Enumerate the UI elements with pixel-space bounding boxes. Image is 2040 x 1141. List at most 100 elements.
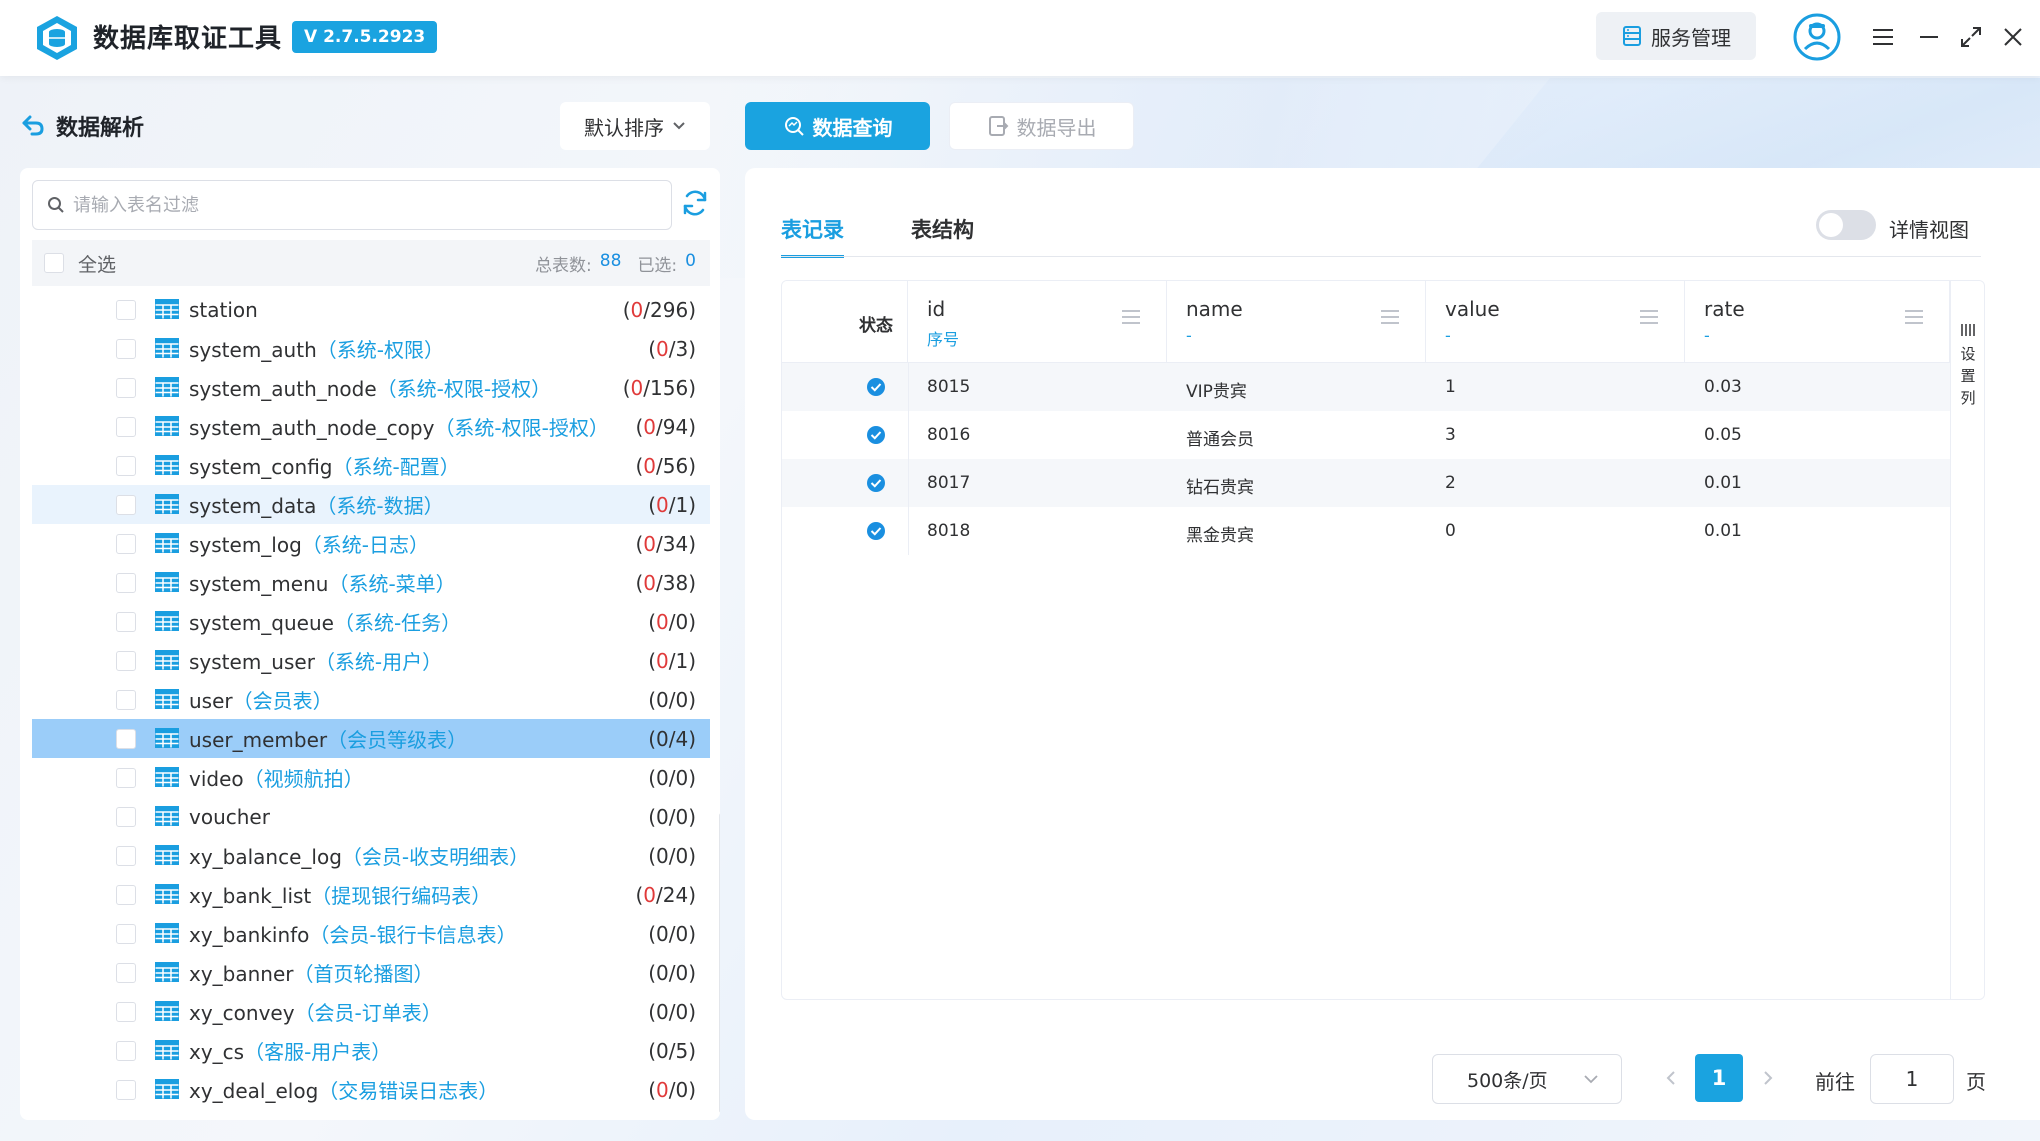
table-checkbox[interactable] xyxy=(116,377,136,398)
table-checkbox[interactable] xyxy=(116,806,136,827)
header-value[interactable]: value - xyxy=(1426,281,1685,362)
sort-dropdown[interactable]: 默认排序 xyxy=(560,102,710,150)
row-status-check-icon[interactable] xyxy=(866,425,886,445)
table-list-item[interactable]: xy_balance_log（会员-收支明细表） (0/0) xyxy=(32,836,710,875)
detail-view-toggle[interactable] xyxy=(1816,210,1876,240)
table-list-item[interactable]: video（视频航拍） (0/0) xyxy=(32,758,710,797)
header-id-label: id xyxy=(927,297,946,321)
tab-structure[interactable]: 表结构 xyxy=(911,214,974,244)
minimize-icon[interactable] xyxy=(1912,20,1946,54)
data-export-button[interactable]: 数据导出 xyxy=(949,102,1134,150)
table-checkbox[interactable] xyxy=(116,845,136,866)
table-list-item[interactable]: xy_convey（会员-订单表） (0/0) xyxy=(32,992,710,1031)
table-list-item[interactable]: system_user（系统-用户） (0/1) xyxy=(32,641,710,680)
table-list-item[interactable]: system_config（系统-配置） (0/56) xyxy=(32,446,710,485)
table-list-item[interactable]: system_auth（系统-权限） (0/3) xyxy=(32,329,710,368)
goto-page-input[interactable] xyxy=(1870,1054,1954,1104)
table-checkbox[interactable] xyxy=(116,650,136,671)
table-checkbox[interactable] xyxy=(116,299,136,320)
back-icon[interactable] xyxy=(20,112,46,138)
tab-records[interactable]: 表记录 xyxy=(781,214,844,258)
table-checkbox[interactable] xyxy=(116,884,136,905)
column-menu-icon[interactable] xyxy=(1905,309,1923,325)
table-record-count: (0/38) xyxy=(635,571,696,595)
count-part: ( xyxy=(622,297,631,322)
count-part-red: 0 xyxy=(656,492,669,517)
table-checkbox[interactable] xyxy=(116,728,136,749)
table-list-item[interactable]: xy_bankinfo（会员-银行卡信息表） (0/0) xyxy=(32,914,710,953)
table-list-scrollbar[interactable] xyxy=(719,813,720,1113)
table-checkbox[interactable] xyxy=(116,767,136,788)
table-list-item[interactable]: user_member（会员等级表） (0/4) xyxy=(32,719,710,758)
count-part: ( xyxy=(648,492,656,517)
table-checkbox[interactable] xyxy=(116,416,136,437)
table-icon xyxy=(155,962,179,982)
column-menu-icon[interactable] xyxy=(1381,309,1399,325)
user-avatar-icon[interactable] xyxy=(1792,12,1842,62)
table-record-count: (0/0) xyxy=(648,961,696,985)
table-list-item[interactable]: xy_deal_elog（交易错误日志表） (0/0) xyxy=(32,1070,710,1109)
table-checkbox[interactable] xyxy=(116,962,136,983)
select-all-checkbox[interactable] xyxy=(44,253,64,273)
close-icon[interactable] xyxy=(1996,20,2030,54)
table-list-item[interactable]: xy_bank_list（提现银行编码表） (0/24) xyxy=(32,875,710,914)
current-page-button[interactable]: 1 xyxy=(1695,1054,1743,1102)
count-part: (0/0) xyxy=(648,999,696,1024)
column-settings-button[interactable]: 设 置 列 xyxy=(1955,321,1981,409)
select-all-label: 全选 xyxy=(78,253,117,276)
table-row[interactable]: 8016 普通会员 3 0.05 xyxy=(782,411,1950,459)
table-checkbox[interactable] xyxy=(116,533,136,554)
version-badge: V 2.7.5.2923 xyxy=(292,21,438,53)
table-list-item[interactable]: voucher (0/0) xyxy=(32,797,710,836)
table-list-item[interactable]: system_data（系统-数据） (0/1) xyxy=(32,485,710,524)
table-list-item[interactable]: system_queue（系统-任务） (0/0) xyxy=(32,602,710,641)
header-rate[interactable]: rate - xyxy=(1685,281,1950,362)
table-name-en: user_member xyxy=(189,728,328,752)
page-size-select[interactable]: 500条/页 xyxy=(1432,1054,1622,1104)
table-checkbox[interactable] xyxy=(116,455,136,476)
table-name-cn: （系统-权限-授权） xyxy=(376,377,552,401)
table-checkbox[interactable] xyxy=(116,1079,136,1100)
table-name-en: system_auth_node xyxy=(189,377,377,401)
table-checkbox[interactable] xyxy=(116,1001,136,1022)
header-id[interactable]: id 序号 xyxy=(908,281,1167,362)
maximize-icon[interactable] xyxy=(1954,20,1988,54)
table-icon xyxy=(155,728,179,748)
menu-icon[interactable] xyxy=(1866,20,1900,54)
table-list-item[interactable]: system_auth_node（系统-权限-授权） (0/156) xyxy=(32,368,710,407)
table-row[interactable]: 8018 黑金贵宾 0 0.01 xyxy=(782,507,1950,555)
table-list-item[interactable]: system_menu（系统-菜单） (0/38) xyxy=(32,563,710,602)
count-part-red: 0 xyxy=(643,570,656,595)
table-list-item[interactable]: station (0/296) xyxy=(32,290,710,329)
column-menu-icon[interactable] xyxy=(1640,309,1658,325)
row-status-check-icon[interactable] xyxy=(866,473,886,493)
table-checkbox[interactable] xyxy=(116,923,136,944)
table-filter-input[interactable] xyxy=(73,194,633,216)
row-status-check-icon[interactable] xyxy=(866,521,886,541)
refresh-icon[interactable] xyxy=(680,188,710,218)
table-checkbox[interactable] xyxy=(116,1040,136,1061)
count-part-red: 0 xyxy=(643,531,656,556)
column-menu-icon[interactable] xyxy=(1122,309,1140,325)
table-list-item[interactable]: xy_cs（客服-用户表） (0/5) xyxy=(32,1031,710,1070)
table-checkbox[interactable] xyxy=(116,572,136,593)
service-management-button[interactable]: 服务管理 xyxy=(1596,12,1756,60)
header-name[interactable]: name - xyxy=(1167,281,1426,362)
table-list-item[interactable]: xy_banner（首页轮播图） (0/0) xyxy=(32,953,710,992)
table-list-item[interactable]: system_auth_node_copy（系统-权限-授权） (0/94) xyxy=(32,407,710,446)
row-status-check-icon[interactable] xyxy=(866,377,886,397)
table-checkbox[interactable] xyxy=(116,611,136,632)
table-list-item[interactable]: user（会员表） (0/0) xyxy=(32,680,710,719)
next-page-icon[interactable] xyxy=(1757,1068,1777,1088)
table-list-item[interactable]: system_log（系统-日志） (0/34) xyxy=(32,524,710,563)
table-checkbox[interactable] xyxy=(116,338,136,359)
table-checkbox[interactable] xyxy=(116,494,136,515)
prev-page-icon[interactable] xyxy=(1662,1068,1682,1088)
table-name-cn: （系统-日志） xyxy=(301,533,430,557)
table-checkbox[interactable] xyxy=(116,689,136,710)
table-record-count: (0/296) xyxy=(623,298,696,322)
table-row[interactable]: 8015 VIP贵宾 1 0.03 xyxy=(782,363,1950,411)
data-query-button[interactable]: 数据查询 xyxy=(745,102,930,150)
table-row[interactable]: 8017 钻石贵宾 2 0.01 xyxy=(782,459,1950,507)
table-name: system_auth_node（系统-权限-授权） xyxy=(189,373,551,402)
